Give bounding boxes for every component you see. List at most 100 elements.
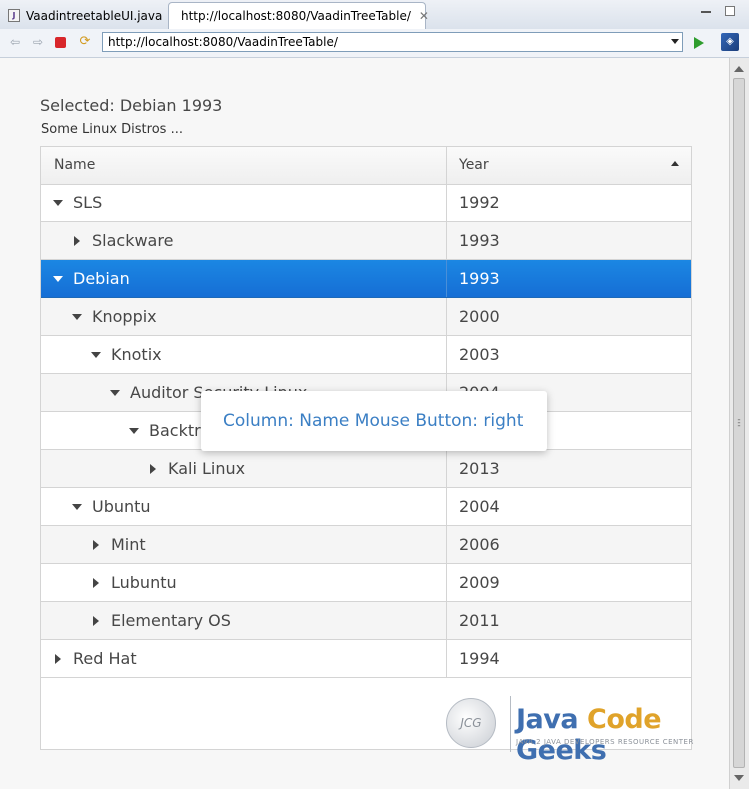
table-row[interactable]: Mint 2006 (41, 526, 691, 564)
table-header: Name Year (41, 147, 691, 185)
collapse-toggle-icon[interactable] (72, 235, 82, 246)
browser-toolbar: ⇦ ⇨ ⟳ http://localhost:8080/VaadinTreeTa… (0, 29, 749, 58)
forward-arrow-icon[interactable]: ⇨ (31, 35, 45, 49)
cell-year: 2003 (459, 345, 500, 364)
collapse-toggle-icon[interactable] (53, 653, 63, 664)
table-row[interactable]: Red Hat 1994 (41, 640, 691, 678)
row-name-label: Ubuntu (92, 497, 151, 516)
triangle-right-icon (55, 653, 61, 664)
grip-icon: --- (737, 415, 741, 431)
cell-name: Kali Linux (41, 450, 447, 487)
logo-divider (510, 696, 511, 752)
triangle-down-icon (72, 503, 82, 510)
column-header-year[interactable]: Year (447, 147, 691, 184)
cell-name: Elementary OS (41, 602, 447, 639)
expand-toggle-icon[interactable] (72, 312, 82, 322)
url-text: http://localhost:8080/VaadinTreeTable/ (108, 35, 338, 49)
table-row[interactable]: Kali Linux 2013 (41, 450, 691, 488)
table-row[interactable]: Ubuntu 2004 (41, 488, 691, 526)
url-field[interactable]: http://localhost:8080/VaadinTreeTable/ (102, 32, 683, 52)
triangle-right-icon (93, 615, 99, 626)
triangle-down-icon (53, 199, 63, 206)
triangle-right-icon (93, 539, 99, 550)
back-arrow-icon[interactable]: ⇦ (8, 35, 22, 49)
triangle-right-icon (74, 235, 80, 246)
row-name-label: SLS (73, 193, 103, 212)
row-name-label: Kali Linux (168, 459, 246, 478)
logo-word: Java (516, 704, 579, 735)
logo-badge: JCG (446, 698, 496, 748)
row-name-label: Knoppix (92, 307, 157, 326)
cell-year: 2013 (459, 459, 500, 478)
triangle-down-icon (129, 427, 139, 434)
expand-toggle-icon[interactable] (53, 274, 63, 284)
triangle-down-icon (53, 275, 63, 282)
editor-tab-strip: J VaadintreetableUI.java http://localhos… (0, 0, 749, 30)
row-name-label: Mint (111, 535, 146, 554)
tab-browser[interactable]: http://localhost:8080/VaadinTreeTable/ ✕ (168, 2, 429, 29)
table-row[interactable]: Debian 1993 (41, 260, 691, 298)
tooltip: Column: Name Mouse Button: right (201, 391, 547, 451)
page-content: Selected: Debian 1993 Some Linux Distros… (0, 58, 729, 789)
stop-icon[interactable] (55, 37, 66, 48)
table-row[interactable]: Elementary OS 2011 (41, 602, 691, 640)
logo-subtitle: JAVA 2 JAVA DEVELOPERS RESOURCE CENTER (516, 738, 694, 746)
table-row[interactable]: Slackware 1993 (41, 222, 691, 260)
collapse-toggle-icon[interactable] (148, 463, 158, 474)
cell-year: 1993 (459, 269, 500, 288)
expand-toggle-icon[interactable] (53, 198, 63, 208)
triangle-right-icon (150, 463, 156, 474)
cell-year: 2006 (459, 535, 500, 554)
triangle-down-icon (91, 351, 101, 358)
cell-year: 2011 (459, 611, 500, 630)
window-controls (701, 6, 735, 16)
expand-toggle-icon[interactable] (110, 388, 120, 398)
cell-year: 2000 (459, 307, 500, 326)
table-row[interactable]: SLS 1992 (41, 184, 691, 222)
collapse-toggle-icon[interactable] (91, 577, 101, 588)
table-row[interactable]: Knoppix 2000 (41, 298, 691, 336)
refresh-icon[interactable]: ⟳ (78, 35, 92, 49)
selected-label: Selected: Debian 1993 (40, 96, 223, 115)
expand-toggle-icon[interactable] (91, 350, 101, 360)
row-name-label: Elementary OS (111, 611, 231, 630)
cell-year: 2009 (459, 573, 500, 592)
expand-toggle-icon[interactable] (129, 426, 139, 436)
logo-word: Code (587, 704, 662, 735)
minimize-button[interactable] (701, 10, 711, 13)
triangle-down-icon (72, 313, 82, 320)
cell-name: Red Hat (41, 640, 447, 677)
browser-menu-icon[interactable]: ◈ (721, 33, 739, 51)
cell-name: SLS (41, 184, 447, 221)
column-header-name[interactable]: Name (41, 147, 447, 184)
scroll-up-icon[interactable] (734, 66, 744, 72)
expand-toggle-icon[interactable] (72, 502, 82, 512)
row-name-label: Red Hat (73, 649, 137, 668)
go-icon[interactable] (694, 37, 704, 49)
column-header-label: Year (459, 157, 489, 173)
cell-name: Slackware (41, 222, 447, 259)
cell-year: 1992 (459, 193, 500, 212)
java-file-icon: J (8, 9, 20, 22)
cell-name: Knotix (41, 336, 447, 373)
chevron-down-icon[interactable] (671, 39, 679, 44)
close-icon[interactable]: ✕ (419, 9, 429, 23)
table-row[interactable]: Knotix 2003 (41, 336, 691, 374)
vertical-scrollbar[interactable]: --- (729, 58, 749, 789)
cell-name: Knoppix (41, 298, 447, 335)
row-name-label: Slackware (92, 231, 174, 250)
sort-ascending-icon (671, 161, 679, 166)
row-name-label: Debian (73, 269, 130, 288)
collapse-toggle-icon[interactable] (91, 539, 101, 550)
maximize-button[interactable] (725, 6, 735, 16)
collapse-toggle-icon[interactable] (91, 615, 101, 626)
cell-name: Lubuntu (41, 564, 447, 601)
triangle-right-icon (93, 577, 99, 588)
table-row[interactable]: Lubuntu 2009 (41, 564, 691, 602)
cell-name: Mint (41, 526, 447, 563)
triangle-down-icon (110, 389, 120, 396)
scrollbar-thumb[interactable]: --- (733, 78, 745, 768)
scroll-down-icon[interactable] (734, 775, 744, 781)
row-name-label: Lubuntu (111, 573, 177, 592)
tab-java-file[interactable]: J VaadintreetableUI.java (2, 3, 166, 28)
